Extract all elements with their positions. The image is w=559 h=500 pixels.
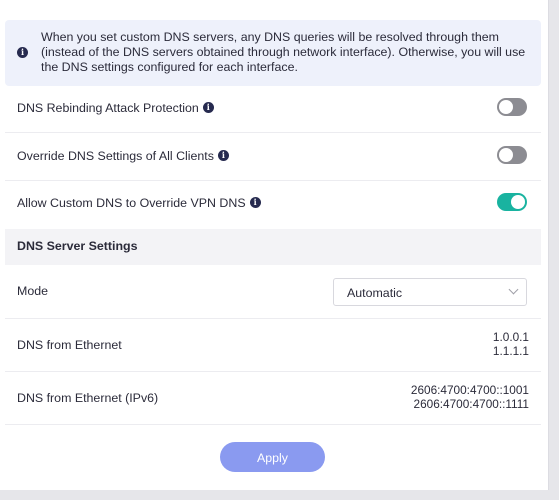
info-icon[interactable]: i xyxy=(217,150,229,162)
apply-button[interactable]: Apply xyxy=(220,442,325,472)
rebinding-protection-label: DNS Rebinding Attack Protection i xyxy=(17,101,214,115)
dns-value: 2606:4700:4700::1001 xyxy=(410,383,529,397)
dns-ethernet-row: DNS from Ethernet 1.0.0.1 1.1.1.1 xyxy=(5,319,541,372)
dns-settings-panel: i When you set custom DNS servers, any D… xyxy=(0,0,549,490)
dns-ethernet-ipv6-label: DNS from Ethernet (IPv6) xyxy=(17,391,159,405)
mode-select-value: Automatic xyxy=(347,286,403,300)
mode-row: Mode Automatic xyxy=(5,265,541,319)
custom-dns-override-vpn-label: Allow Custom DNS to Override VPN DNS i xyxy=(17,196,261,210)
toggle-knob xyxy=(511,195,525,209)
dns-ethernet-values: 1.0.0.1 1.1.1.1 xyxy=(492,330,529,358)
override-dns-all-clients-label: Override DNS Settings of All Clients i xyxy=(17,149,229,163)
info-icon[interactable]: i xyxy=(202,102,214,114)
dns-ethernet-ipv6-row: DNS from Ethernet (IPv6) 2606:4700:4700:… xyxy=(5,372,541,425)
info-icon: i xyxy=(17,47,28,58)
notice-text: When you set custom DNS servers, any DNS… xyxy=(41,30,526,74)
section-title: DNS Server Settings xyxy=(17,239,138,253)
chevron-down-icon xyxy=(508,284,519,295)
dns-ethernet-ipv6-values: 2606:4700:4700::1001 2606:4700:4700::111… xyxy=(410,383,529,411)
override-dns-all-clients-toggle[interactable] xyxy=(497,146,527,164)
mode-label: Mode xyxy=(17,284,48,298)
rebinding-protection-row: DNS Rebinding Attack Protection i xyxy=(5,86,541,133)
override-dns-all-clients-row: Override DNS Settings of All Clients i xyxy=(5,133,541,181)
custom-dns-override-vpn-toggle[interactable] xyxy=(497,193,527,211)
mode-select[interactable]: Automatic xyxy=(333,278,527,306)
dns-ethernet-label: DNS from Ethernet xyxy=(17,338,122,352)
dns-value: 2606:4700:4700::1111 xyxy=(413,396,529,411)
dns-server-settings-header: DNS Server Settings xyxy=(5,229,541,265)
toggle-knob xyxy=(499,100,513,114)
custom-dns-override-vpn-row: Allow Custom DNS to Override VPN DNS i xyxy=(5,181,541,228)
info-icon[interactable]: i xyxy=(249,197,261,209)
toggle-knob xyxy=(499,148,513,162)
rebinding-protection-toggle[interactable] xyxy=(497,98,527,116)
dns-value: 1.1.1.1 xyxy=(492,343,529,358)
dns-value: 1.0.0.1 xyxy=(492,330,529,344)
info-notice: i When you set custom DNS servers, any D… xyxy=(5,20,541,86)
